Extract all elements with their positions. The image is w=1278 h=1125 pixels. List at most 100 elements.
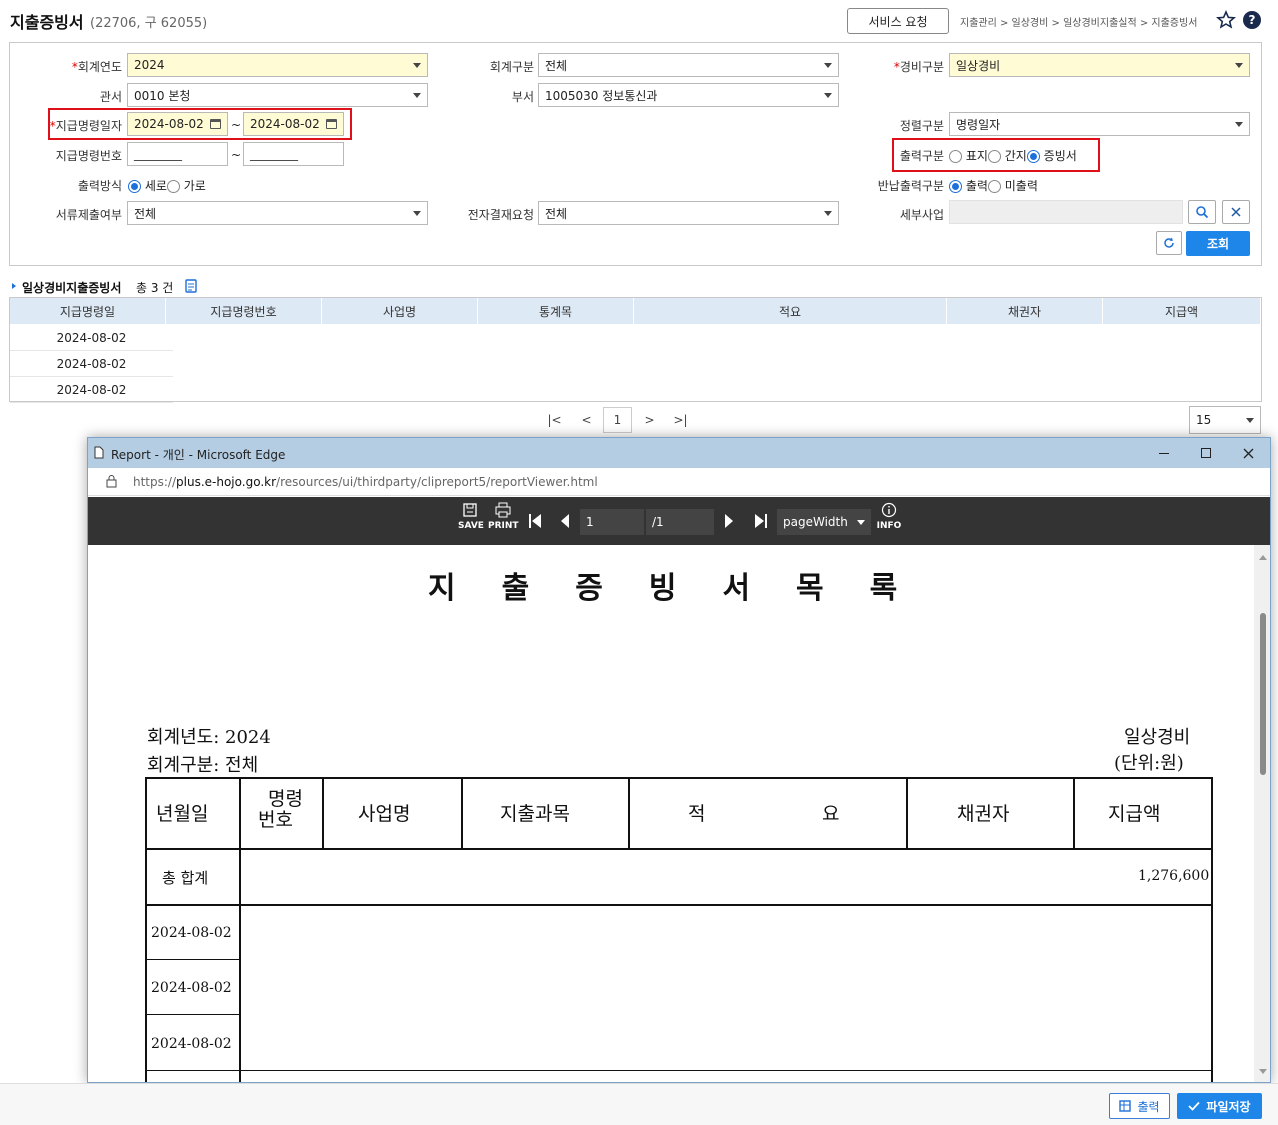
info-button[interactable]: INFO xyxy=(876,502,902,531)
output-method-label: 출력방식 xyxy=(77,179,122,193)
pay-date-to-input[interactable]: 2024-08-02 xyxy=(243,112,344,136)
last-page-icon[interactable]: >| xyxy=(666,407,695,433)
e-approval-select[interactable]: 전체 xyxy=(538,201,839,225)
radio-no-print[interactable] xyxy=(987,180,1001,193)
col-date: 년월일 xyxy=(156,803,209,825)
grid-header-amount[interactable]: 지급액 xyxy=(1103,298,1261,324)
prev-page-icon[interactable] xyxy=(560,513,570,529)
sub-project-input[interactable] xyxy=(949,200,1183,224)
table-row[interactable]: 2024-08-02 xyxy=(10,325,173,351)
address-bar[interactable]: https://plus.e-hojo.go.kr/resources/ui/t… xyxy=(88,468,1270,496)
page-input[interactable]: 1 xyxy=(580,509,644,535)
scroll-thumb[interactable] xyxy=(1260,613,1266,775)
scroll-up-icon[interactable] xyxy=(1259,555,1267,560)
report-scrollbar[interactable] xyxy=(1254,545,1270,1082)
total-value: 1,276,600 xyxy=(1138,868,1210,884)
radio-voucher[interactable] xyxy=(1026,150,1040,163)
radio-portrait[interactable] xyxy=(128,180,141,193)
grid-header-stat-item[interactable]: 통계목 xyxy=(478,298,634,324)
dept-label: 부서 xyxy=(511,90,534,104)
grid-header-creditor[interactable]: 채권자 xyxy=(947,298,1103,324)
grid-header-project[interactable]: 사업명 xyxy=(322,298,478,324)
office-select[interactable]: 0010 본청 xyxy=(127,83,428,107)
col-order-no2: 번호 xyxy=(258,809,293,831)
pay-no-from-input[interactable]: ________ xyxy=(127,142,228,166)
prev-page-icon[interactable]: < xyxy=(572,407,601,433)
minimize-icon[interactable] xyxy=(1159,453,1169,454)
expense-type-select[interactable]: 일상경비 xyxy=(949,53,1250,77)
sort-select[interactable]: 명령일자 xyxy=(949,112,1250,136)
first-page-icon[interactable] xyxy=(528,513,542,529)
window-title: Report - 개인 - Microsoft Edge xyxy=(111,448,286,462)
print-button[interactable]: PRINT xyxy=(488,502,519,531)
next-page-icon[interactable] xyxy=(724,513,734,529)
col-memo-1: 적 xyxy=(688,803,706,825)
print-button[interactable]: 출력 xyxy=(1109,1093,1170,1119)
col-line-2 xyxy=(322,777,324,850)
table-row[interactable]: 2024-08-02 xyxy=(10,351,173,377)
lock-icon xyxy=(106,475,117,488)
next-page-icon[interactable]: > xyxy=(635,407,664,433)
chevron-down-icon xyxy=(1235,62,1243,68)
account-type-label: 회계구분 xyxy=(489,60,534,74)
pay-no-to-input[interactable]: ________ xyxy=(243,142,344,166)
list-title: 일상경비지출증빙서 xyxy=(22,281,122,295)
search-icon[interactable] xyxy=(1188,200,1216,224)
report-title: 지출증빙서목록 xyxy=(428,571,898,606)
page-number[interactable]: 1 xyxy=(603,407,632,433)
doc-submit-select[interactable]: 전체 xyxy=(127,201,428,225)
zoom-select[interactable]: pageWidth xyxy=(777,509,871,535)
page-size-select[interactable]: 15 xyxy=(1189,406,1261,434)
calendar-icon[interactable] xyxy=(210,119,221,129)
pay-date-from-input[interactable]: 2024-08-02 xyxy=(127,112,228,136)
grid-header-pay-no[interactable]: 지급명령번호 xyxy=(166,298,322,324)
sort-label: 정렬구분 xyxy=(899,119,944,133)
fiscal-year-select[interactable]: 2024 xyxy=(127,53,428,77)
return-output-radio-group: 출력 미출력 xyxy=(949,177,1038,194)
search-button[interactable]: 조회 xyxy=(1186,231,1250,256)
grid-header-memo[interactable]: 적요 xyxy=(634,298,947,324)
chevron-down-icon xyxy=(1235,121,1243,127)
print-icon xyxy=(495,502,511,518)
table-row[interactable]: 2024-08-02 xyxy=(10,377,173,403)
first-page-icon[interactable]: |< xyxy=(540,407,569,433)
save-file-button[interactable]: 파일저장 xyxy=(1177,1093,1262,1119)
close-icon[interactable] xyxy=(1243,448,1254,459)
help-icon[interactable]: ? xyxy=(1243,11,1261,29)
last-page-icon[interactable] xyxy=(754,513,768,529)
report-page: 지출증빙서목록 회계년도: 2024 회계구분: 전체 일상경비 (단위:원) … xyxy=(88,545,1254,1082)
maximize-icon[interactable] xyxy=(1201,448,1211,458)
bottom-bar xyxy=(0,1083,1278,1125)
page-icon xyxy=(94,446,104,459)
col-amount: 지급액 xyxy=(1108,803,1161,825)
reset-icon[interactable] xyxy=(1156,231,1182,255)
office-label: 관서 xyxy=(99,90,122,104)
report-account: 회계구분: 전체 xyxy=(147,755,259,776)
page-title: 지출증빙서 xyxy=(10,13,84,32)
report-fiscal-year: 회계년도: 2024 xyxy=(147,727,271,748)
service-request-button[interactable]: 서비스 요청 xyxy=(847,8,949,34)
col-line-4 xyxy=(628,777,630,850)
col-subject: 지출과목 xyxy=(500,803,570,825)
sub-project-label: 세부사업 xyxy=(899,208,944,222)
grid-header-pay-date[interactable]: 지급명령일 xyxy=(10,298,166,324)
clear-icon[interactable] xyxy=(1222,200,1250,224)
chevron-down-icon xyxy=(1246,417,1254,423)
chevron-down-icon xyxy=(824,92,832,98)
save-button[interactable]: SAVE xyxy=(458,502,484,531)
pay-date-label: *지급명령일자 xyxy=(49,119,122,133)
info-icon xyxy=(881,502,897,518)
scroll-down-icon[interactable] xyxy=(1259,1069,1267,1074)
radio-cover[interactable] xyxy=(949,150,962,163)
dept-select[interactable]: 1005030 정보통신과 xyxy=(538,83,839,107)
account-type-select[interactable]: 전체 xyxy=(538,53,839,77)
calendar-icon[interactable] xyxy=(326,119,337,129)
radio-landscape[interactable] xyxy=(166,180,180,193)
output-kind-radio-group: 표지 간지 증빙서 xyxy=(949,147,1077,164)
radio-divider[interactable] xyxy=(987,150,1001,163)
output-kind-label: 출력구분 xyxy=(899,149,944,163)
excel-export-icon[interactable] xyxy=(185,279,197,293)
radio-print[interactable] xyxy=(949,180,962,193)
favorite-star-icon[interactable] xyxy=(1216,10,1236,30)
window-titlebar: Report - 개인 - Microsoft Edge xyxy=(88,438,1270,468)
